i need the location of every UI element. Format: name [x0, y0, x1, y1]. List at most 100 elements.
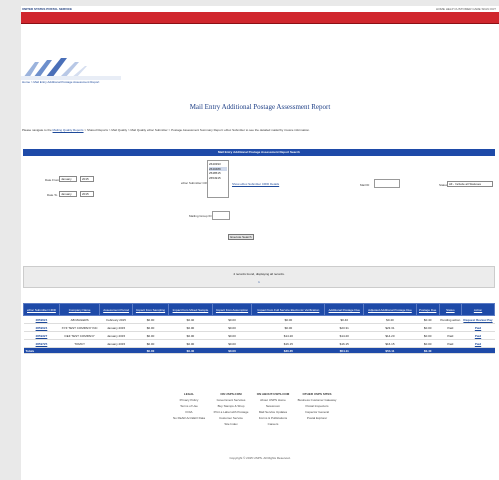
totals-cell — [59, 347, 100, 354]
red-header-band — [21, 12, 499, 24]
totals-cell: $0.40 — [416, 347, 440, 354]
usps-logo[interactable]: UNITED STATES POSTAL SERVICE — [22, 7, 72, 11]
column-header[interactable]: Impact from Full Service Electronic Veri… — [251, 303, 326, 316]
date-from-year-select[interactable]: 2015 — [80, 176, 94, 182]
table-cell: $0.00 — [212, 323, 252, 332]
header-links[interactable]: HOME HELP CUSTOMER CARE SIGN OUT — [436, 7, 496, 11]
execute-search-button[interactable]: Execute Search — [228, 234, 254, 240]
totals-cell — [439, 347, 462, 354]
totals-cell — [461, 347, 495, 354]
column-header[interactable]: Assessment Period — [99, 303, 133, 316]
mail-id-input[interactable] — [374, 179, 400, 188]
table-cell: $0.00 — [251, 323, 325, 332]
status-cell: Pending action — [439, 315, 462, 324]
column-header[interactable]: Additional Postage Due — [324, 303, 365, 316]
edoc-option[interactable]: 2654915 — [209, 176, 227, 181]
table-cell: $14.20 — [324, 331, 364, 340]
table-cell: AB MAILERS — [59, 315, 100, 324]
table-cell: TOMCY — [59, 339, 100, 348]
page-title: Mail Entry Additional Postage Assessment… — [189, 103, 331, 111]
column-header[interactable]: Postage Due — [415, 303, 440, 316]
column-header[interactable]: Impact from Assumption — [211, 303, 253, 316]
records-summary: 4 records found, displaying all records.… — [23, 266, 495, 288]
copyright: Copyright © 2015 USPS. All Rights Reserv… — [229, 456, 291, 460]
footer-link[interactable]: Site Index — [211, 421, 251, 427]
mailing-group-input[interactable] — [212, 211, 230, 220]
column-header[interactable]: eDoc Submitter CRID — [23, 303, 60, 316]
column-header[interactable]: Impact from Sampling — [131, 303, 170, 316]
table-cell: $0.00 — [132, 323, 169, 332]
totals-cell: $0.00 — [132, 347, 169, 354]
table-row: 2859624 AB MAILERS February 2015 $0.00 $… — [23, 315, 495, 324]
table-cell: $0.00 — [168, 331, 213, 340]
totals-cell: $0.00 — [212, 347, 252, 354]
table-header-row: eDoc Submitter CRID Company Name Assessm… — [23, 303, 495, 316]
breadcrumb[interactable]: Home > Mail Entry Additional Postage Ass… — [22, 80, 99, 84]
table-cell: $23.31 — [363, 323, 417, 332]
table-cell: DEF TEST COMPANY — [59, 331, 100, 340]
table-cell: $16.15 — [363, 339, 417, 348]
totals-label: Totals — [23, 347, 60, 354]
column-header[interactable]: Adjusted Additional Postage Due — [363, 303, 417, 316]
column-header[interactable]: Company Name — [58, 303, 101, 316]
date-to-month-select[interactable]: January — [59, 191, 77, 197]
footer-link[interactable]: Postal Explorer — [297, 415, 337, 421]
table-cell: $23.31 — [324, 323, 364, 332]
footer-column-usps: ON USPS.COM Government Services Buy Stam… — [211, 391, 251, 427]
table-cell: January 2015 — [99, 339, 133, 348]
column-header[interactable]: Status — [438, 303, 463, 316]
crid-link[interactable]: 2859024 — [23, 323, 60, 332]
banner-graphic — [21, 56, 121, 80]
status-cell: Paid — [439, 323, 462, 332]
totals-cell: $30.35 — [251, 347, 325, 354]
action-link[interactable]: Request Review Pay — [461, 315, 495, 324]
status-cell: Paid — [439, 331, 462, 340]
table-cell: $0.00 — [416, 331, 440, 340]
crid-link[interactable]: 2859327 — [23, 331, 60, 340]
status-cell: Paid — [439, 339, 462, 348]
footer-column-other: OTHER USPS SITES Business Customer Gatew… — [297, 391, 337, 421]
footer-link[interactable]: No FEAR Act EEO Data — [169, 415, 209, 421]
footer-link[interactable]: Careers — [253, 421, 293, 427]
table-row: 2859327 DEF TEST COMPANY January 2015 $0… — [23, 331, 495, 340]
table-cell: $16.15 — [324, 339, 364, 348]
edoc-details-link[interactable]: Show eDoc Submitter CRID Details — [232, 182, 279, 186]
search-panel-header: Mail Entry Additional Postage Assessment… — [23, 149, 495, 156]
totals-cell: $54.11 — [324, 347, 364, 354]
table-cell: $0.00 — [416, 339, 440, 348]
table-cell: $0.00 — [132, 315, 169, 324]
action-link[interactable]: Paid — [461, 323, 495, 332]
totals-cell: $54.11 — [363, 347, 417, 354]
edoc-submitter-label: eDoc Submitter CRID — [181, 181, 210, 185]
results-table: eDoc Submitter CRID Company Name Assessm… — [23, 303, 495, 354]
date-from-month-select[interactable]: January — [59, 176, 77, 182]
table-cell: $0.00 — [212, 331, 252, 340]
crid-link[interactable]: 2859624 — [23, 315, 60, 324]
nav-suffix: > Shared Reports > Mail Quality > Mail Q… — [83, 128, 310, 132]
column-header[interactable]: Action — [461, 303, 495, 316]
table-cell: $0.00 — [132, 339, 169, 348]
table-cell: January 2015 — [99, 331, 133, 340]
date-to-year-select[interactable]: 2015 — [80, 191, 94, 197]
table-cell: $0.00 — [416, 323, 440, 332]
edoc-submitter-listbox[interactable]: 2640393 2640489 2548515 2654915 — [207, 160, 229, 198]
table-cell: $0.00 — [132, 331, 169, 340]
action-link[interactable]: Paid — [461, 339, 495, 348]
crid-link[interactable]: 2859725 — [23, 339, 60, 348]
table-cell: $0.40 — [324, 315, 364, 324]
totals-cell — [99, 347, 133, 354]
table-cell: $0.00 — [212, 339, 252, 348]
table-cell: February 2015 — [99, 315, 133, 324]
page: UNITED STATES POSTAL SERVICE HOME HELP C… — [21, 6, 499, 480]
records-count: 4 records found, displaying all records. — [233, 272, 285, 276]
column-header[interactable]: Impact from Mixed Sample — [168, 303, 213, 316]
mailing-quality-reports-link[interactable]: Mailing Quality Reports — [53, 128, 84, 132]
totals-row: Totals $0.00 $0.40 $0.00 $30.35 $54.11 $… — [23, 347, 495, 354]
table-cell: $14.20 — [251, 331, 325, 340]
table-row: 2859725 TOMCY January 2015 $0.00 $0.00 $… — [23, 339, 495, 348]
pagination[interactable]: 1 — [24, 280, 494, 284]
status-select[interactable]: All - Include all Statuses — [447, 181, 493, 187]
table-cell: $0.40 — [363, 315, 417, 324]
action-link[interactable]: Paid — [461, 331, 495, 340]
table-cell: $16.15 — [251, 339, 325, 348]
